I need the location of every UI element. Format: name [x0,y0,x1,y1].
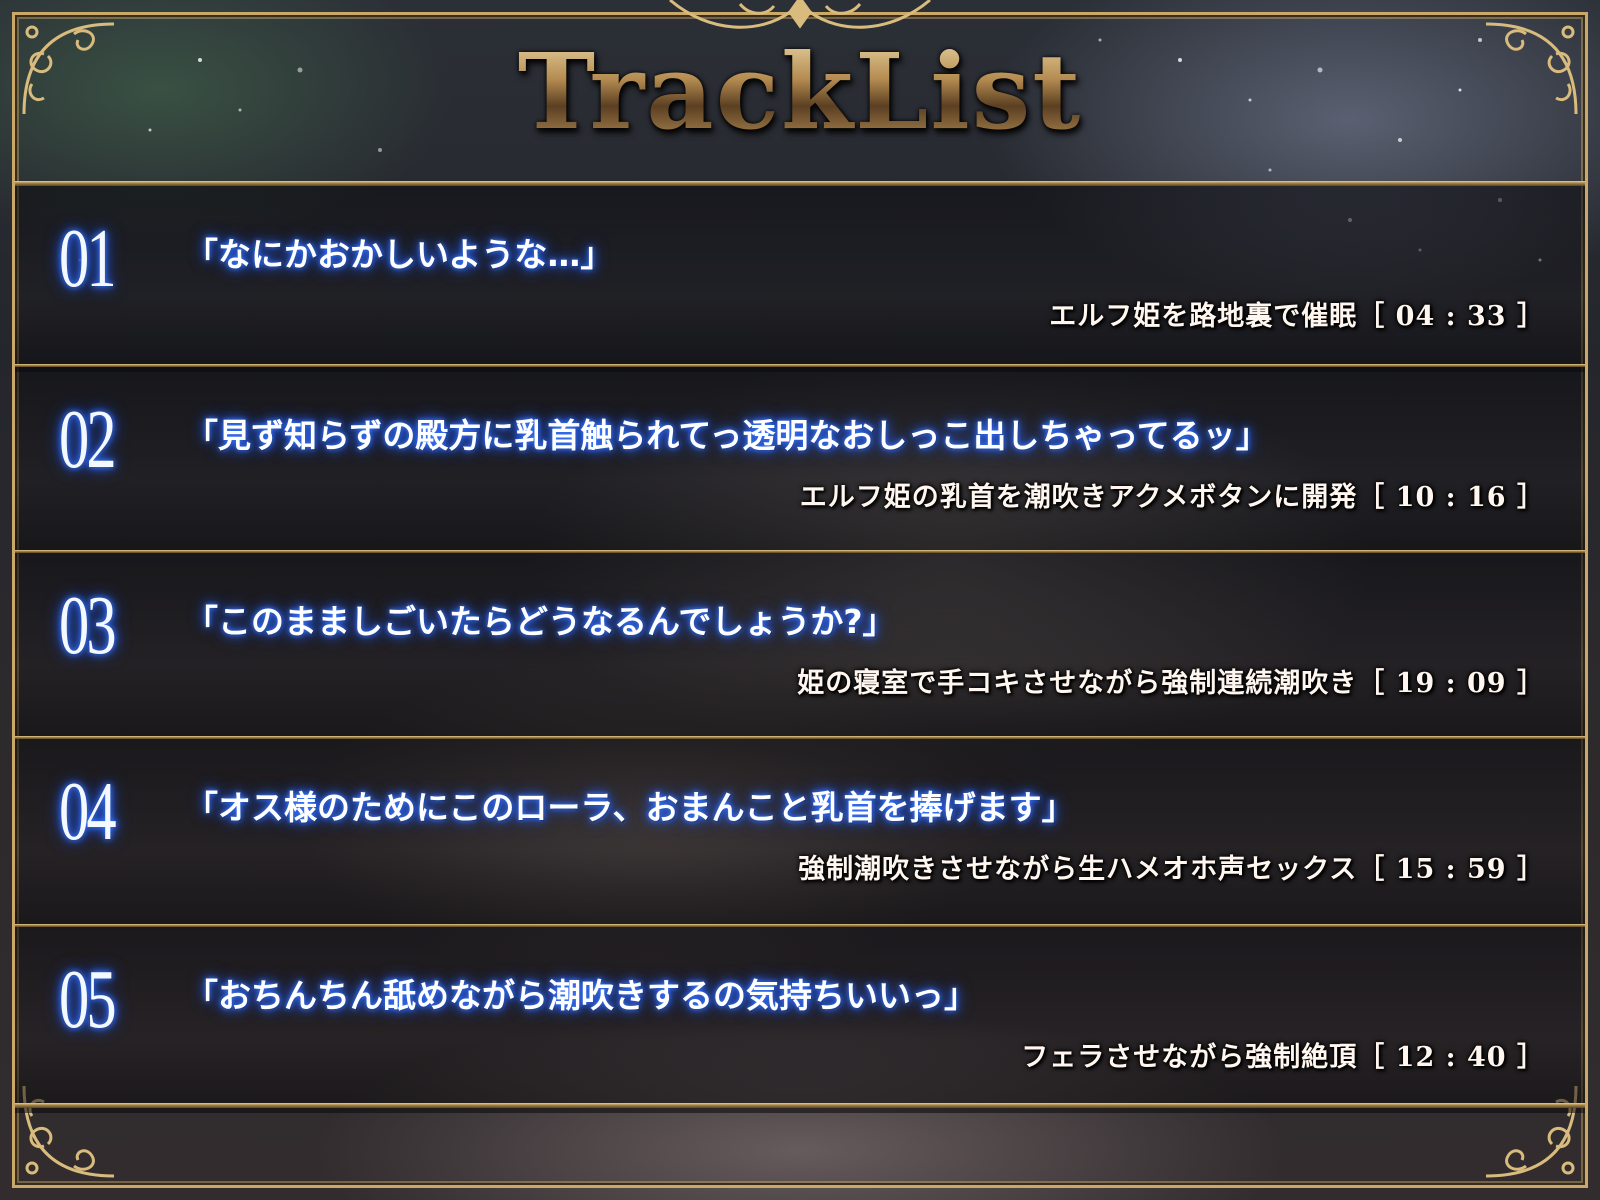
track-number: 02 [59,393,117,486]
track-number: 05 [59,953,117,1046]
track-title: 「オス様のためにこのローラ、おまんこと乳首を捧げます」 [185,788,1075,827]
page-title: TrackList [0,30,1600,153]
track-item[interactable]: 02 「見ず知らずの殿方に乳首触られてっ透明なおしっこ出しちゃってるッ」 エルフ… [15,367,1585,553]
track-item[interactable]: 01 「なにかおかしいような…」 エルフ姫を路地裏で催眠［ 04 : 33 ］ [15,186,1585,372]
track-number: 01 [59,212,117,305]
track-item[interactable]: 05 「おちんちん舐めながら潮吹きするの気持ちいいっ」 フェラさせながら強制絶頂… [15,927,1585,1113]
track-subtitle-duration: エルフ姫の乳首を潮吹きアクメボタンに開発［ 10 : 16 ］ [799,482,1545,513]
track-title: 「見ず知らずの殿方に乳首触られてっ透明なおしっこ出しちゃってるッ」 [185,416,1269,455]
track-item[interactable]: 03 「このまましごいたらどうなるんでしょうか?」 姫の寝室で手コキさせながら強… [15,553,1585,739]
track-title: 「おちんちん舐めながら潮吹きするの気持ちいいっ」 [185,976,977,1015]
track-number: 03 [59,579,117,672]
track-item[interactable]: 04 「オス様のためにこのローラ、おまんこと乳首を捧げます」 強制潮吹きさせなが… [15,739,1585,925]
track-subtitle-duration: フェラさせながら強制絶頂［ 12 : 40 ］ [1021,1042,1545,1073]
divider [15,1103,1585,1108]
track-title: 「このまましごいたらどうなるんでしょうか?」 [185,602,896,641]
track-subtitle-duration: 姫の寝室で手コキさせながら強制連続潮吹き［ 19 : 09 ］ [797,668,1545,699]
track-subtitle-duration: 強制潮吹きさせながら生ハメオホ声セックス［ 15 : 59 ］ [798,854,1545,885]
track-title: 「なにかおかしいような…」 [185,235,614,274]
track-number: 04 [59,765,117,858]
tracklist-page: TrackList 01 「なにかおかしいような…」 エルフ姫を路地裏で催眠［ … [0,0,1600,1200]
track-subtitle-duration: エルフ姫を路地裏で催眠［ 04 : 33 ］ [1049,301,1545,332]
